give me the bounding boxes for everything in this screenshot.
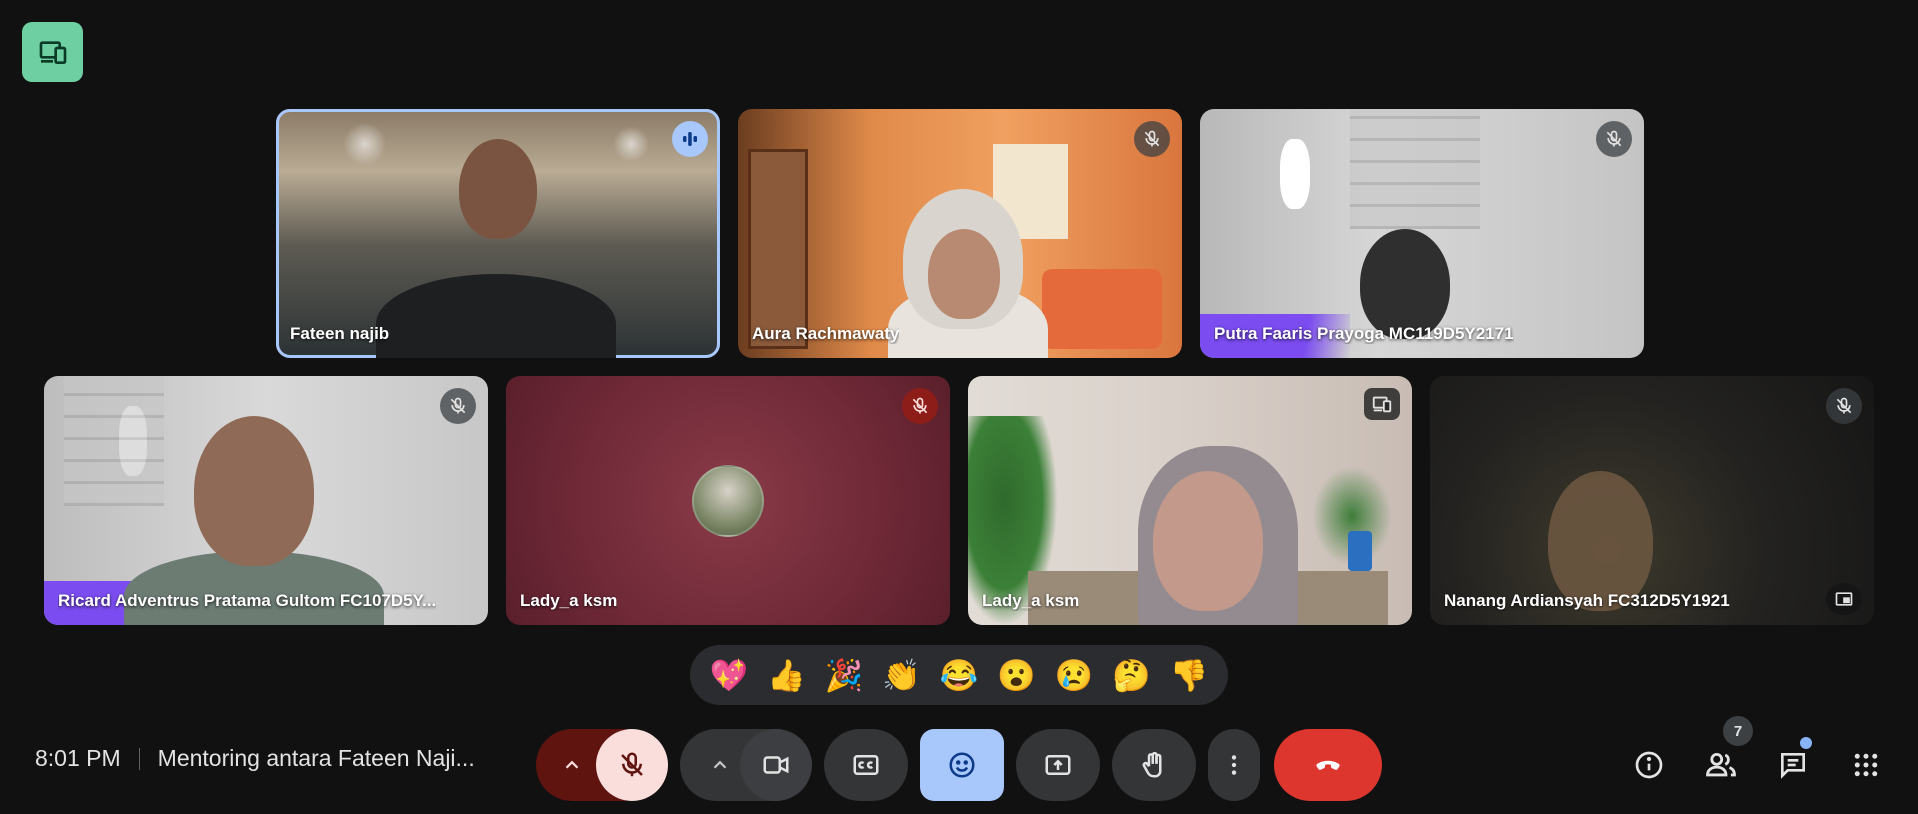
participant-face: [1153, 471, 1263, 611]
participant-tile[interactable]: Fateen najib: [276, 109, 720, 358]
participant-tile[interactable]: Putra Faaris Prayoga MC119D5Y2171: [1200, 109, 1644, 358]
participant-tile[interactable]: Aura Rachmawaty: [738, 109, 1182, 358]
participant-face: [459, 139, 537, 239]
emoji-reactions-button[interactable]: [920, 729, 1004, 801]
activities-button[interactable]: [1846, 745, 1886, 785]
captions-button[interactable]: [824, 729, 908, 801]
chat-button[interactable]: [1773, 745, 1813, 785]
muted-indicator: [902, 388, 938, 424]
participant-name: Lady_a ksm: [520, 591, 618, 610]
muted-indicator: [440, 388, 476, 424]
reactions-bar: 💖 👍 🎉 👏 😂 😮 😢 🤔 👎: [690, 645, 1228, 705]
chat-icon: [1781, 753, 1805, 779]
reaction-party[interactable]: 🎉: [825, 660, 864, 691]
people-icon: [1706, 752, 1736, 777]
meeting-details-button[interactable]: [1629, 745, 1669, 785]
meeting-info: 8:01 PM Mentoring antara Fateen Naji...: [35, 745, 475, 772]
mic-off-icon: [450, 397, 466, 414]
companion-mode-button[interactable]: [22, 22, 83, 82]
mic-off-icon: [1836, 397, 1852, 414]
end-call-button[interactable]: [1274, 729, 1382, 801]
participant-name: Aura Rachmawaty: [752, 324, 900, 343]
participant-name: Ricard Adventrus Pratama Gultom FC107D5Y…: [58, 591, 437, 610]
reaction-surprised[interactable]: 😮: [997, 660, 1036, 691]
closed-caption-icon: [853, 755, 879, 775]
participant-tile[interactable]: Lady_a ksm: [506, 376, 950, 625]
devices-icon: [39, 41, 66, 64]
muted-indicator: [1826, 388, 1862, 424]
participant-tile[interactable]: Lady_a ksm: [968, 376, 1412, 625]
reaction-thumbs-down[interactable]: 👎: [1170, 660, 1209, 691]
pip-button[interactable]: [1826, 583, 1862, 615]
companion-indicator: [1364, 388, 1400, 420]
reaction-thumbs-up[interactable]: 👍: [767, 660, 806, 691]
audio-bars-icon: [683, 132, 697, 146]
participant-body: [376, 274, 616, 358]
present-screen-button[interactable]: [1016, 729, 1100, 801]
participant-tile[interactable]: Ricard Adventrus Pratama Gultom FC107D5Y…: [44, 376, 488, 625]
speaking-indicator: [672, 121, 708, 157]
muted-indicator: [1134, 121, 1170, 157]
people-count-badge: 7: [1723, 716, 1753, 746]
participant-face: [1360, 229, 1450, 339]
meeting-time: 8:01 PM: [35, 745, 121, 771]
picture-in-picture-icon: [1835, 592, 1853, 606]
participant-tile[interactable]: Nanang Ardiansyah FC312D5Y1921: [1430, 376, 1874, 625]
info-icon: [1635, 751, 1663, 779]
raise-hand-button[interactable]: [1112, 729, 1196, 801]
participant-name: Fateen najib: [290, 324, 390, 343]
reaction-laugh[interactable]: 😂: [940, 660, 979, 691]
people-button[interactable]: [1701, 745, 1741, 785]
participant-name: Lady_a ksm: [982, 591, 1080, 610]
divider: [138, 747, 140, 770]
emoji-icon: [949, 752, 975, 778]
participant-name: Nanang Ardiansyah FC312D5Y1921: [1444, 591, 1730, 610]
reaction-sad[interactable]: 😢: [1055, 660, 1094, 691]
mic-off-icon: [621, 752, 643, 777]
call-end-icon: [1316, 760, 1340, 770]
more-options-button[interactable]: [1208, 729, 1260, 801]
participant-face: [194, 416, 314, 566]
apps-grid-icon: [1854, 753, 1878, 777]
muted-indicator: [1596, 121, 1632, 157]
participant-face: [1548, 471, 1653, 611]
camera-toggle-button[interactable]: [740, 729, 812, 801]
participant-name: Putra Faaris Prayoga MC119D5Y2171: [1214, 324, 1514, 343]
avatar: [692, 464, 764, 537]
devices-icon: [1372, 396, 1392, 413]
mic-toggle-button[interactable]: [596, 729, 668, 801]
mic-off-icon: [912, 397, 928, 414]
new-message-dot: [1800, 737, 1812, 749]
chevron-up-icon: [713, 760, 727, 769]
raise-hand-icon: [1142, 751, 1162, 778]
mic-off-icon: [1144, 130, 1160, 147]
reaction-thinking[interactable]: 🤔: [1112, 660, 1151, 691]
meeting-title[interactable]: Mentoring antara Fateen Naji...: [158, 745, 475, 772]
mic-off-icon: [1606, 130, 1622, 147]
chevron-up-icon: [565, 760, 579, 769]
videocam-icon: [763, 756, 789, 774]
reaction-heart[interactable]: 💖: [709, 660, 748, 691]
present-screen-icon: [1045, 755, 1071, 775]
more-vert-icon: [1231, 755, 1237, 775]
reaction-clap[interactable]: 👏: [882, 660, 921, 691]
